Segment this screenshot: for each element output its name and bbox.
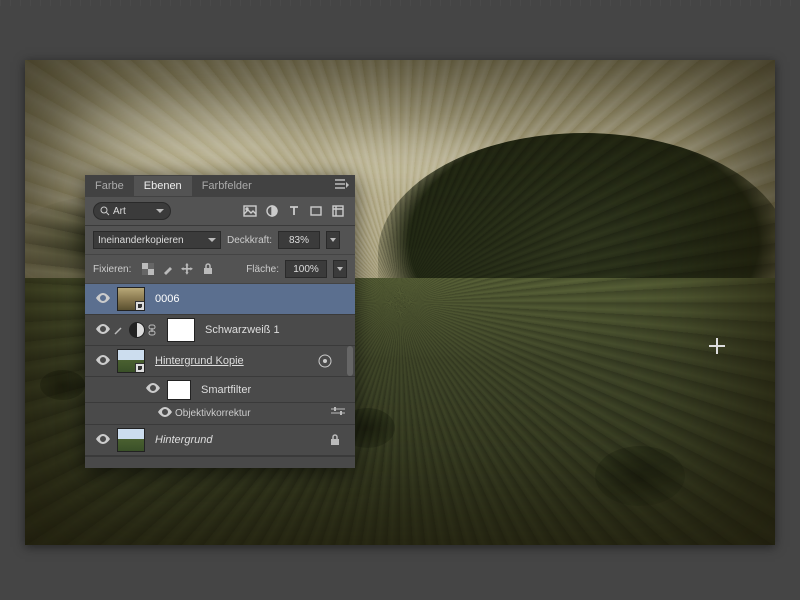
filter-type-icon[interactable]: [285, 202, 303, 220]
layer-name[interactable]: Hintergrund Kopie: [155, 355, 244, 367]
fill-stepper[interactable]: [333, 260, 347, 278]
eye-icon: [96, 324, 110, 337]
smartfilter-group[interactable]: Smartfilter: [85, 377, 355, 403]
lock-position-icon[interactable]: [181, 262, 195, 276]
layers-list: 0006 Schwarzweiß 1 Hintergrund Kopie Sma…: [85, 284, 355, 456]
blend-opacity-row: Ineinanderkopieren Deckkraft: 83%: [85, 226, 355, 255]
filter-smartobject-icon[interactable]: [329, 202, 347, 220]
filter-kind-label: Art: [113, 206, 126, 217]
link-icon: [147, 324, 159, 336]
blend-mode-value: Ineinanderkopieren: [98, 235, 184, 246]
visibility-toggle[interactable]: [143, 383, 163, 396]
opacity-stepper[interactable]: [326, 231, 340, 249]
opacity-input[interactable]: 83%: [278, 231, 320, 249]
layer-thumbnail[interactable]: [117, 349, 145, 373]
smartfilter-item[interactable]: Objektivkorrektur: [85, 403, 355, 425]
smartobject-badge-icon: [135, 301, 145, 311]
visibility-toggle[interactable]: [155, 407, 175, 420]
eye-icon: [146, 383, 160, 396]
layer-row-schwarzweiss[interactable]: Schwarzweiß 1: [85, 315, 355, 346]
visibility-toggle[interactable]: [93, 293, 113, 306]
lock-pixels-icon[interactable]: [161, 262, 175, 276]
fill-label: Fläche:: [246, 264, 279, 275]
blend-mode-select[interactable]: Ineinanderkopieren: [93, 231, 221, 249]
opacity-label: Deckkraft:: [227, 235, 272, 246]
filter-name: Objektivkorrektur: [175, 408, 251, 419]
lock-label: Fixieren:: [93, 264, 131, 275]
panel-footer: [85, 456, 355, 468]
filter-blending-icon[interactable]: [331, 407, 345, 420]
eye-icon: [158, 407, 172, 420]
layer-row-hintergrund-kopie[interactable]: Hintergrund Kopie: [85, 346, 355, 377]
smartfilter-indicator-icon[interactable]: [317, 353, 333, 369]
layer-thumbnail[interactable]: [117, 428, 145, 452]
clip-indicator-icon: [113, 324, 125, 336]
eye-icon: [96, 355, 110, 368]
layer-thumbnail[interactable]: [117, 287, 145, 311]
filter-pixel-icon[interactable]: [241, 202, 259, 220]
filter-kind-select[interactable]: Art: [93, 202, 171, 220]
tab-farbe[interactable]: Farbe: [85, 176, 134, 196]
tab-farbfelder[interactable]: Farbfelder: [192, 176, 262, 196]
layer-mask-thumbnail[interactable]: [167, 318, 195, 342]
layer-row-0006[interactable]: 0006: [85, 284, 355, 315]
eye-icon: [96, 293, 110, 306]
scrollbar-thumb[interactable]: [347, 346, 353, 376]
layer-row-hintergrund[interactable]: Hintergrund: [85, 425, 355, 456]
visibility-toggle[interactable]: [93, 355, 113, 368]
layers-panel: Farbe Ebenen Farbfelder Art Ineinanderko…: [85, 175, 355, 468]
fill-input[interactable]: 100%: [285, 260, 327, 278]
lock-all-icon[interactable]: [201, 262, 215, 276]
panel-flyout-menu[interactable]: [335, 179, 349, 191]
layer-filter-bar: Art: [85, 197, 355, 226]
smartobject-badge-icon: [135, 363, 145, 373]
smartfilter-label: Smartfilter: [201, 384, 251, 396]
filter-mask-thumbnail[interactable]: [167, 380, 191, 400]
lock-icon: [329, 434, 341, 446]
panel-tabbar: Farbe Ebenen Farbfelder: [85, 175, 355, 197]
eye-icon: [96, 434, 110, 447]
filter-adjustment-icon[interactable]: [263, 202, 281, 220]
visibility-toggle[interactable]: [93, 434, 113, 447]
ruler-top: [0, 0, 800, 6]
layer-name[interactable]: Schwarzweiß 1: [205, 324, 280, 336]
lock-fill-row: Fixieren: Fläche: 100%: [85, 255, 355, 284]
layer-name[interactable]: 0006: [155, 293, 179, 305]
layer-name[interactable]: Hintergrund: [155, 434, 212, 446]
visibility-toggle[interactable]: [93, 324, 113, 337]
filter-shape-icon[interactable]: [307, 202, 325, 220]
tab-ebenen[interactable]: Ebenen: [134, 176, 192, 196]
adjustment-bw-icon: [129, 322, 145, 338]
lock-transparency-icon[interactable]: [141, 262, 155, 276]
